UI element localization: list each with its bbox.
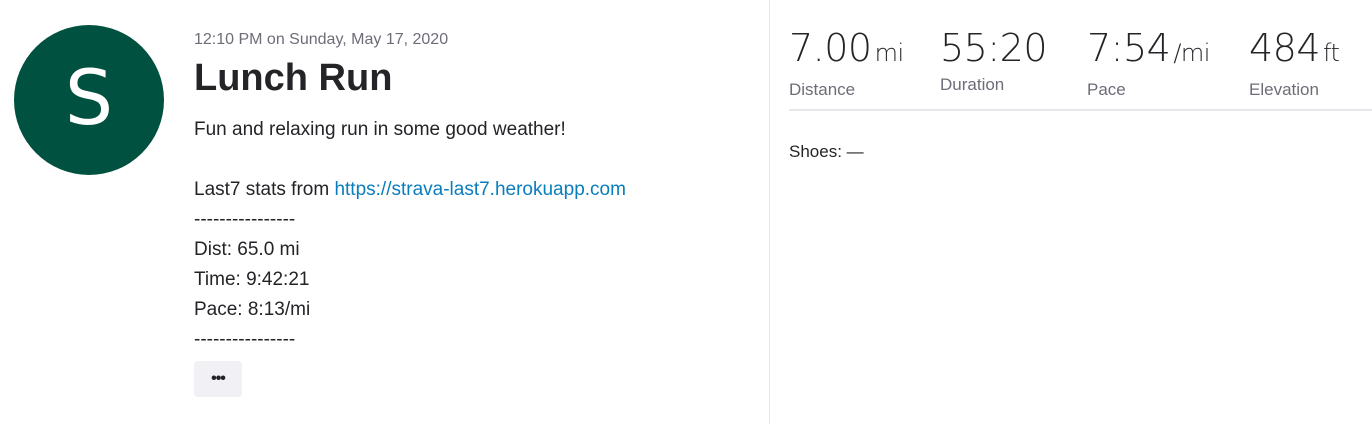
stat-duration: 55:20 Duration xyxy=(940,26,1048,96)
athlete-avatar[interactable]: S xyxy=(14,25,164,175)
description-blank-line xyxy=(194,145,754,175)
activity-title: Lunch Run xyxy=(194,57,393,99)
elevation-unit: ft xyxy=(1323,39,1340,67)
stat-distance: 7.00 mi Distance xyxy=(789,26,904,101)
elevation-label: Elevation xyxy=(1249,80,1319,99)
description-separator: ---------------- xyxy=(194,209,296,230)
description-line: Fun and relaxing run in some good weathe… xyxy=(194,119,566,140)
more-options-button[interactable]: ••• xyxy=(194,361,242,397)
pace-label: Pace xyxy=(1087,80,1126,99)
avatar-initial: S xyxy=(64,53,114,142)
duration-label: Duration xyxy=(940,75,1005,94)
column-divider xyxy=(769,0,770,424)
shoes-info: Shoes: — xyxy=(789,142,864,161)
pace-unit: /mi xyxy=(1173,39,1210,67)
activity-timestamp: 12:10 PM on Sunday, May 17, 2020 xyxy=(194,31,449,48)
pace-value: 7:54 xyxy=(1087,26,1171,70)
description-pace: Pace: 8:13/mi xyxy=(194,299,311,320)
description-separator: ---------------- xyxy=(194,329,296,350)
distance-label: Distance xyxy=(789,80,856,99)
stats-divider xyxy=(789,109,1372,111)
description-time: Time: 9:42:21 xyxy=(194,269,310,290)
last7-link[interactable]: https://strava-last7.herokuapp.com xyxy=(334,179,625,200)
distance-value: 7.00 xyxy=(789,26,872,70)
description-stats-line: Last7 stats from https://strava-last7.he… xyxy=(194,175,754,205)
distance-unit: mi xyxy=(874,39,905,67)
elevation-value: 484 xyxy=(1249,26,1321,70)
stats-prefix: Last7 stats from xyxy=(194,179,335,200)
stat-elevation: 484 ft Elevation xyxy=(1249,26,1340,101)
duration-value: 55:20 xyxy=(940,26,1048,70)
stat-pace: 7:54/mi Pace xyxy=(1087,26,1210,101)
activity-details: 12:10 PM on Sunday, May 17, 2020 Lunch R… xyxy=(194,29,754,355)
description-dist: Dist: 65.0 mi xyxy=(194,239,300,260)
ellipsis-icon: ••• xyxy=(211,370,226,387)
activity-description: Fun and relaxing run in some good weathe… xyxy=(194,115,754,355)
